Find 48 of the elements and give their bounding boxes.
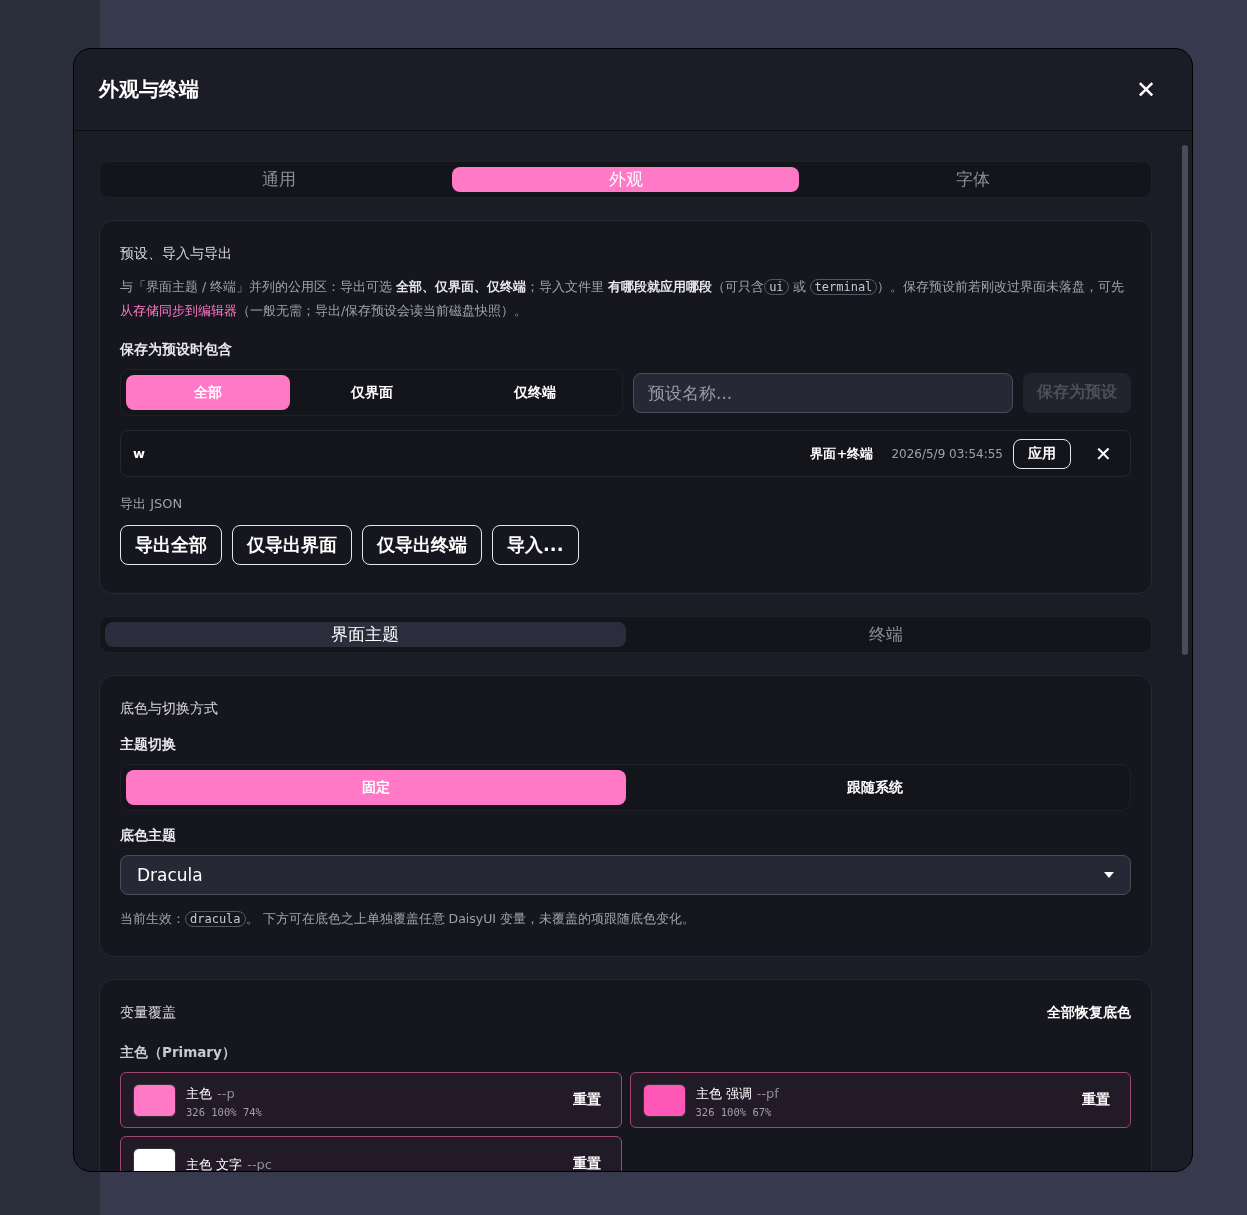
preset-time: 2026/5/9 03:54:55 xyxy=(891,446,1003,461)
scrollbar-thumb[interactable] xyxy=(1182,145,1188,655)
export-button[interactable]: 导入... xyxy=(492,525,579,565)
dialog-title: 外观与终端 xyxy=(99,76,199,103)
delete-button[interactable]: ✕ xyxy=(1089,441,1118,466)
export-button[interactable]: 仅导出界面 xyxy=(232,525,352,565)
reset-all-button[interactable]: 全部恢复底色 xyxy=(1047,1004,1131,1022)
sub-tab[interactable]: 终端 xyxy=(625,622,1146,647)
color-swatch[interactable] xyxy=(642,1083,686,1117)
variable-key: --pc xyxy=(247,1157,272,1171)
tab[interactable]: 通用 xyxy=(105,167,452,192)
apply-button[interactable]: 应用 xyxy=(1013,438,1071,469)
variable-name: 主色 强调 xyxy=(695,1085,752,1101)
field-label: 主题切换 xyxy=(120,736,177,754)
sub-tab[interactable]: 界面主题 xyxy=(105,622,626,647)
color-swatch[interactable] xyxy=(133,1083,176,1117)
variable-name: 主色 xyxy=(186,1085,212,1101)
scope-option[interactable]: 仅界面 xyxy=(289,375,454,410)
section-title: 变量覆盖 xyxy=(120,1004,176,1022)
variable-value: 326 100% 74% xyxy=(186,1105,263,1118)
theme-select[interactable]: Dracula xyxy=(120,855,1131,895)
preset-scope: 界面+终端 xyxy=(810,444,874,463)
section-title: 预设、导入与导出 xyxy=(120,245,233,263)
tab[interactable]: 字体 xyxy=(799,167,1146,192)
caret-icon xyxy=(1104,872,1114,878)
export-button[interactable]: 导出全部 xyxy=(120,525,222,565)
reset-button[interactable]: 重置 xyxy=(572,1091,601,1109)
group-label: 主色（Primary） xyxy=(120,1044,237,1062)
variable-key: --pf xyxy=(756,1085,779,1101)
export-label: 导出 JSON xyxy=(120,495,184,513)
sync-link[interactable]: 从存储同步到编辑器 xyxy=(120,303,237,318)
variable-value: 326 100% 67% xyxy=(695,1105,773,1118)
variable-name: 主色 文字 xyxy=(186,1157,243,1171)
variable-key: --p xyxy=(217,1085,235,1101)
mode-option[interactable]: 跟随系统 xyxy=(625,770,1125,805)
field-label: 保存为预设时包含 xyxy=(120,341,233,359)
field-label: 底色主题 xyxy=(120,827,177,845)
preset-name: w xyxy=(133,446,145,461)
reset-button[interactable]: 重置 xyxy=(572,1155,601,1171)
scope-option[interactable]: 仅终端 xyxy=(453,375,617,410)
color-swatch[interactable] xyxy=(133,1147,176,1171)
preset-name-field[interactable]: 预设名称... xyxy=(633,372,1013,413)
section-title: 底色与切换方式 xyxy=(120,700,219,718)
theme-note: 当前生效： dracula 。 下方可在底色之上单独覆盖任意 DaisyUI 变量，未覆盖的项跟随底色变化。 xyxy=(120,911,696,928)
close-button[interactable]: ✕ xyxy=(1136,77,1156,102)
export-button[interactable]: 仅导出终端 xyxy=(362,525,482,565)
description: 与「界面主题 / 终端」并列的公用区：导出可选 全部、仅界面、仅终端；导入文件里 有哪段就应用哪段（可只含 ui 或 terminal ）。保存预设前若刚改过界面未落盘，可先 从存储同步到编辑器（一般无需；导出/保存预设会读当前磁盘快照）。 xyxy=(120,278,1126,320)
reset-button[interactable]: 重置 xyxy=(1082,1091,1110,1109)
